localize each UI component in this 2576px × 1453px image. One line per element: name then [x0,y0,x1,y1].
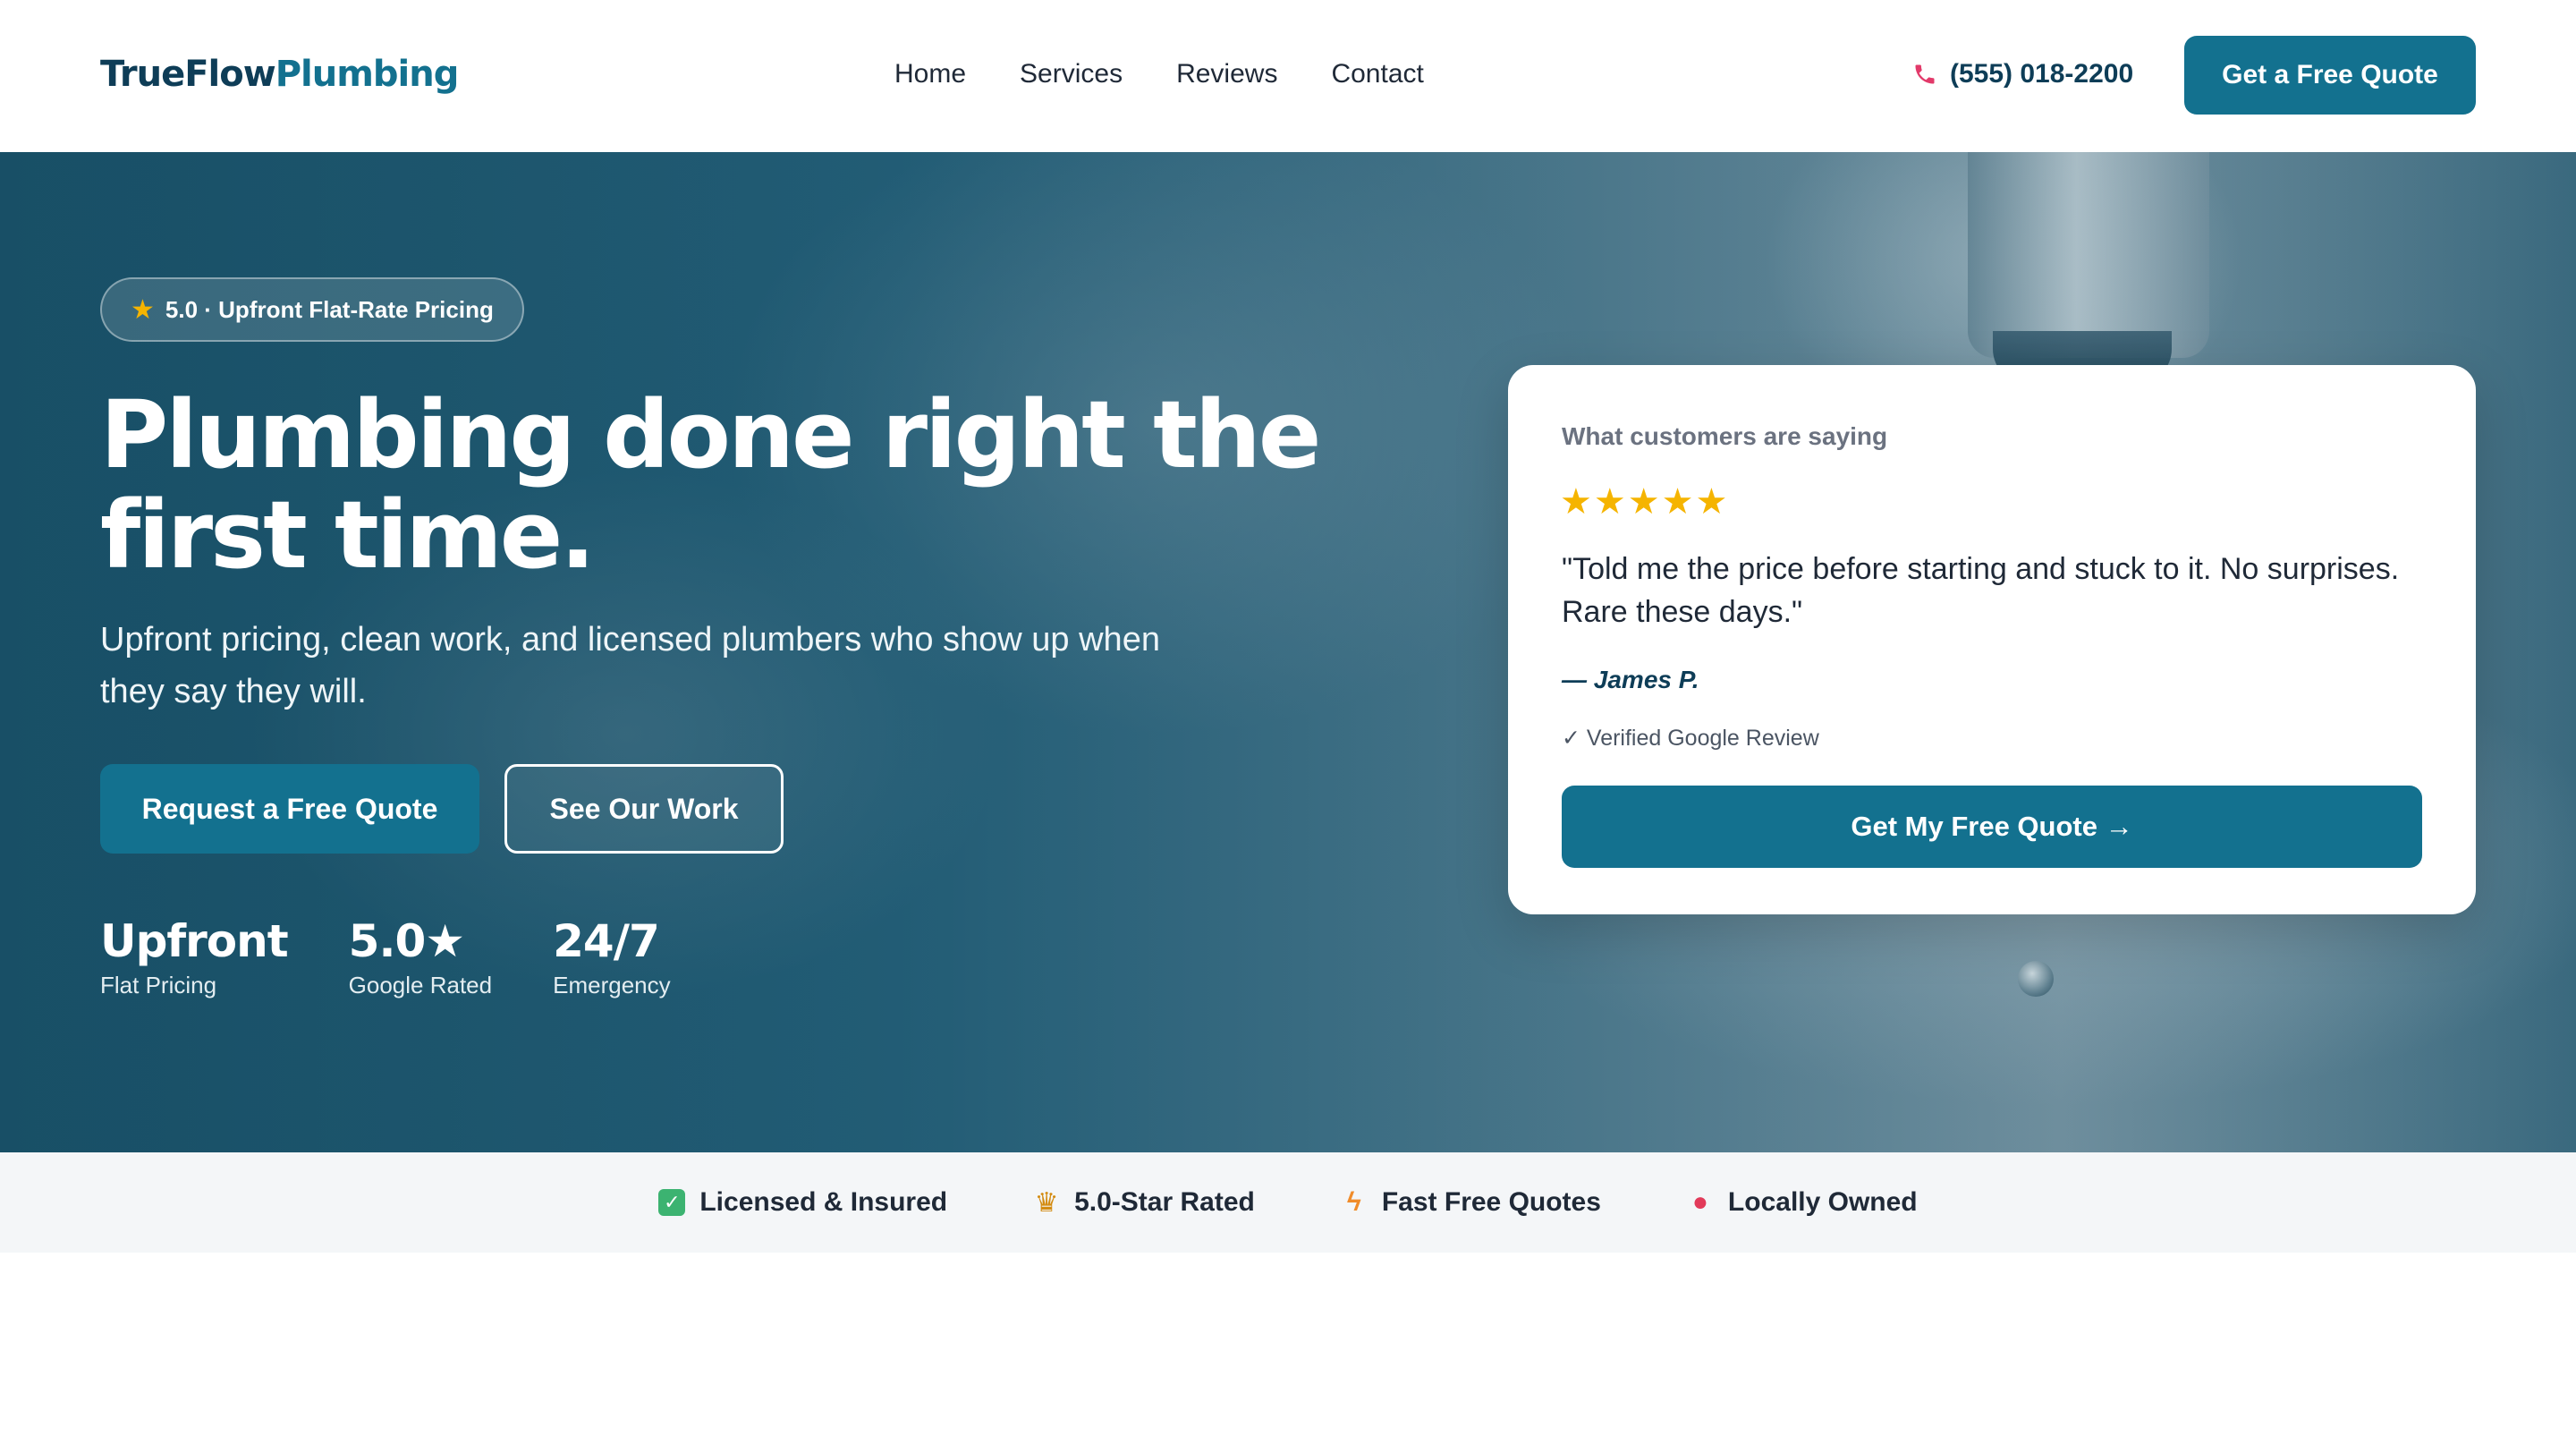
stat-value: Upfront [100,915,289,967]
stat-value: 5.0★ [348,915,465,967]
phone-link[interactable]: (555) 018-2200 [1912,59,2133,89]
stat-emergency: 24/7 Emergency [553,914,671,999]
site-header: TrueFlowPlumbing Home Services Reviews C… [0,0,2576,152]
main-nav: Home Services Reviews Contact [894,59,1478,89]
pin-icon: ● [1691,1187,1708,1217]
testimonial-heading: What customers are saying [1562,422,1888,450]
trust-item-local: ● Locally Owned [1687,1187,1918,1218]
nav-contact[interactable]: Contact [1331,59,1423,89]
trust-strip: ✓ Licensed & Insured ♛ 5.0-Star Rated ϟ … [0,1152,2576,1253]
stat-pricing: Upfront Flat Pricing [100,914,289,999]
see-our-work-button[interactable]: See Our Work [504,764,784,854]
stat-value: 24/7 [553,915,660,967]
trophy-icon: ♛ [1034,1187,1059,1218]
get-my-quote-button[interactable]: Get My Free Quote → [1562,786,2422,868]
logo-accent: Plumbing [275,54,460,95]
stat-label: Emergency [553,972,671,998]
trust-label: 5.0-Star Rated [1074,1187,1255,1217]
nav-home[interactable]: Home [894,59,966,89]
trust-label: Fast Free Quotes [1381,1187,1601,1217]
hero-subtitle: Upfront pricing, clean work, and license… [100,621,1160,710]
trust-item-rated: ♛ 5.0-Star Rated [1033,1187,1255,1218]
testimonial-card: What customers are saying ★★★★★ "Told me… [1508,365,2476,914]
star-icon: ★ [131,294,155,325]
trust-label: Locally Owned [1727,1187,1918,1217]
badge-text: 5.0 · Upfront Flat-Rate Pricing [165,295,494,323]
stat-rating: 5.0★ Google Rated [349,914,492,999]
stat-label: Flat Pricing [100,972,217,998]
logo-primary: TrueFlow [100,54,276,95]
request-quote-button[interactable]: Request a Free Quote [100,764,479,854]
hero-title: Plumbing done right the first time. [100,380,1321,590]
trust-item-licensed: ✓ Licensed & Insured [658,1187,947,1218]
rating-badge: ★ 5.0 · Upfront Flat-Rate Pricing [100,277,524,342]
nav-reviews[interactable]: Reviews [1176,59,1277,89]
trust-label: Licensed & Insured [699,1187,948,1217]
bolt-icon: ϟ [1346,1187,1361,1217]
stat-label: Google Rated [348,972,493,998]
check-icon: ✓ [658,1189,686,1216]
header-quote-button[interactable]: Get a Free Quote [2184,36,2476,115]
verified-review-label: ✓ Verified Google Review [1562,726,1819,751]
nav-services[interactable]: Services [1020,59,1123,89]
phone-number: (555) 018-2200 [1950,59,2134,89]
hero-stats: Upfront Flat Pricing 5.0★ Google Rated 2… [100,914,732,999]
phone-icon [1915,64,1935,84]
trust-item-quotes: ϟ Fast Free Quotes [1341,1187,1601,1218]
star-rating: ★★★★★ [1560,482,1730,522]
testimonial-quote: "Told me the price before starting and s… [1562,552,2400,629]
logo[interactable]: TrueFlowPlumbing [100,54,460,95]
testimonial-author: — James P. [1562,666,1699,693]
